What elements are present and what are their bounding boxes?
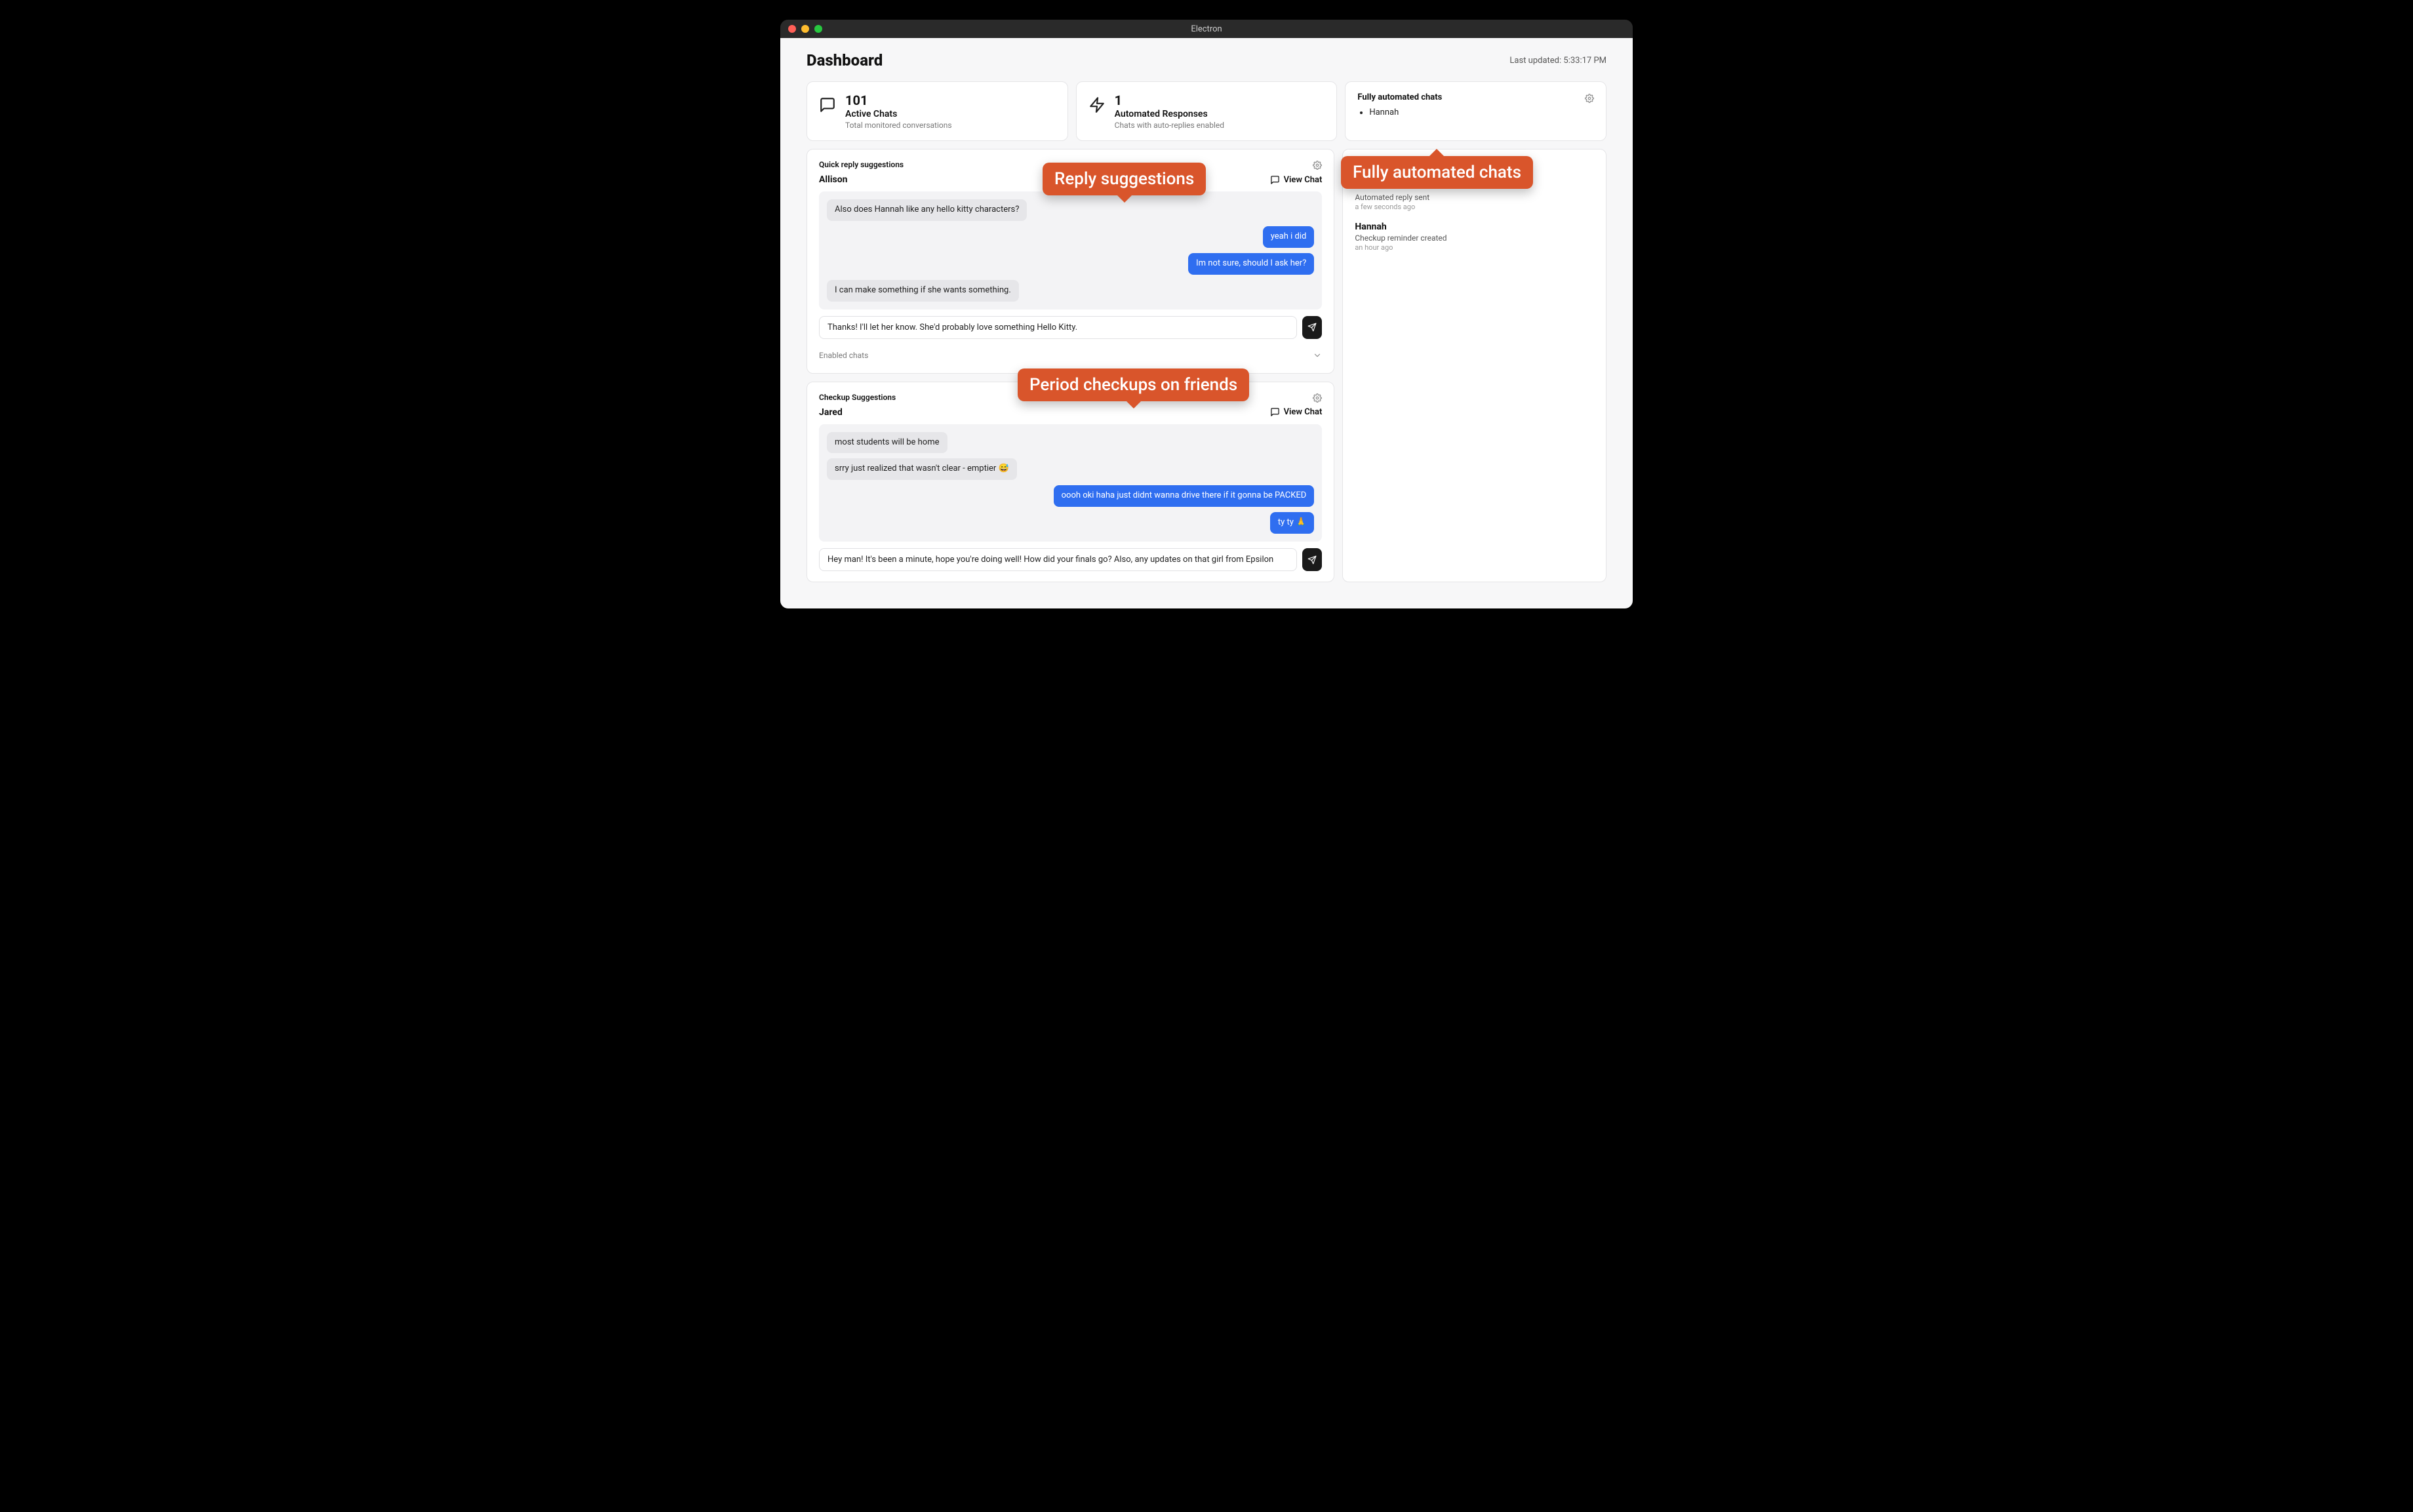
quick-reply-messages: Also does Hannah like any hello kitty ch…	[819, 191, 1322, 309]
message-bubble-incoming: Also does Hannah like any hello kitty ch…	[827, 199, 1027, 221]
stat-card-automated-responses: 1 Automated Responses Chats with auto-re…	[1076, 81, 1338, 141]
app-window: Electron Dashboard Last updated: 5:33:17…	[780, 20, 1633, 608]
quick-reply-chat-name: Allison	[819, 174, 847, 185]
activity-desc: Checkup reminder created	[1355, 233, 1594, 243]
send-button[interactable]	[1302, 548, 1322, 571]
send-icon	[1307, 555, 1317, 565]
annotation-reply-suggestions: Reply suggestions	[1043, 163, 1206, 195]
view-chat-button[interactable]: View Chat	[1270, 175, 1323, 185]
checkup-chat-name: Jared	[819, 407, 843, 418]
view-chat-label: View Chat	[1284, 407, 1323, 417]
automated-responses-value: 1	[1115, 92, 1224, 108]
message-bubble-incoming: most students will be home	[827, 432, 947, 454]
message-bubble-incoming: srry just realized that wasn't clear - e…	[827, 458, 1017, 480]
fully-automated-card: Fully automated chats Hannah	[1345, 81, 1606, 141]
stat-card-active-chats: 101 Active Chats Total monitored convers…	[807, 81, 1068, 141]
active-chats-value: 101	[845, 92, 952, 108]
main-grid: Quick reply suggestions Allison View Cha…	[807, 149, 1606, 582]
stats-grid: 101 Active Chats Total monitored convers…	[807, 81, 1606, 141]
chevron-down-icon	[1313, 351, 1322, 360]
recent-activity-card: Recent Activity ToireasaAutomated reply …	[1342, 149, 1606, 582]
window-minimize-button[interactable]	[801, 25, 809, 33]
message-bubble-incoming: I can make something if she wants someth…	[827, 280, 1019, 302]
activity-name: Hannah	[1355, 222, 1594, 232]
recent-activity-list: ToireasaAutomated reply senta few second…	[1355, 181, 1594, 252]
bolt-icon	[1088, 96, 1106, 113]
quick-reply-input[interactable]	[819, 316, 1297, 339]
fully-automated-title: Fully automated chats	[1357, 92, 1442, 102]
window-title: Electron	[780, 24, 1633, 34]
fully-automated-list: Hannah	[1357, 108, 1594, 117]
send-icon	[1307, 323, 1317, 332]
view-chat-button[interactable]: View Chat	[1270, 407, 1323, 417]
left-column: Quick reply suggestions Allison View Cha…	[807, 149, 1334, 582]
traffic-lights	[788, 25, 822, 33]
chat-bubble-icon	[1270, 407, 1280, 417]
list-item: Hannah	[1369, 108, 1594, 117]
activity-desc: Automated reply sent	[1355, 193, 1594, 202]
view-chat-label: View Chat	[1284, 175, 1323, 185]
enabled-chats-label: Enabled chats	[819, 351, 868, 360]
gear-icon[interactable]	[1313, 160, 1322, 169]
quick-reply-title: Quick reply suggestions	[819, 160, 904, 169]
annotation-period-checkups: Period checkups on friends	[1018, 368, 1249, 401]
activity-time: an hour ago	[1355, 243, 1594, 252]
active-chats-label: Active Chats	[845, 109, 952, 119]
chat-icon	[819, 96, 836, 113]
last-updated-label: Last updated: 5:33:17 PM	[1509, 56, 1606, 66]
app-body: Dashboard Last updated: 5:33:17 PM 101 A…	[780, 38, 1633, 608]
automated-responses-desc: Chats with auto-replies enabled	[1115, 121, 1224, 130]
message-bubble-outgoing: yeah i did	[1263, 226, 1315, 248]
titlebar: Electron	[780, 20, 1633, 38]
message-bubble-outgoing: Im not sure, should I ask her?	[1188, 253, 1314, 275]
checkup-messages: most students will be home srry just real…	[819, 424, 1322, 542]
gear-icon[interactable]	[1585, 93, 1594, 102]
message-bubble-outgoing: oooh oki haha just didnt wanna drive the…	[1054, 485, 1315, 507]
window-close-button[interactable]	[788, 25, 796, 33]
automated-responses-label: Automated Responses	[1115, 109, 1224, 119]
send-button[interactable]	[1302, 316, 1322, 339]
gear-icon[interactable]	[1313, 393, 1322, 402]
window-zoom-button[interactable]	[814, 25, 822, 33]
activity-time: a few seconds ago	[1355, 203, 1594, 211]
message-bubble-outgoing: ty ty 🙏	[1270, 512, 1314, 534]
page-title: Dashboard	[807, 51, 883, 70]
checkup-card: Checkup Suggestions Jared View Chat	[807, 382, 1334, 583]
chat-bubble-icon	[1270, 175, 1280, 185]
activity-item: HannahCheckup reminder createdan hour ag…	[1355, 222, 1594, 252]
checkup-reply-input[interactable]: Hey man! It's been a minute, hope you're…	[819, 548, 1297, 571]
enabled-chats-toggle[interactable]: Enabled chats	[819, 348, 1322, 363]
page-header: Dashboard Last updated: 5:33:17 PM	[807, 51, 1606, 70]
checkup-title: Checkup Suggestions	[819, 393, 896, 402]
annotation-fully-automated: Fully automated chats	[1341, 156, 1533, 189]
active-chats-desc: Total monitored conversations	[845, 121, 952, 130]
